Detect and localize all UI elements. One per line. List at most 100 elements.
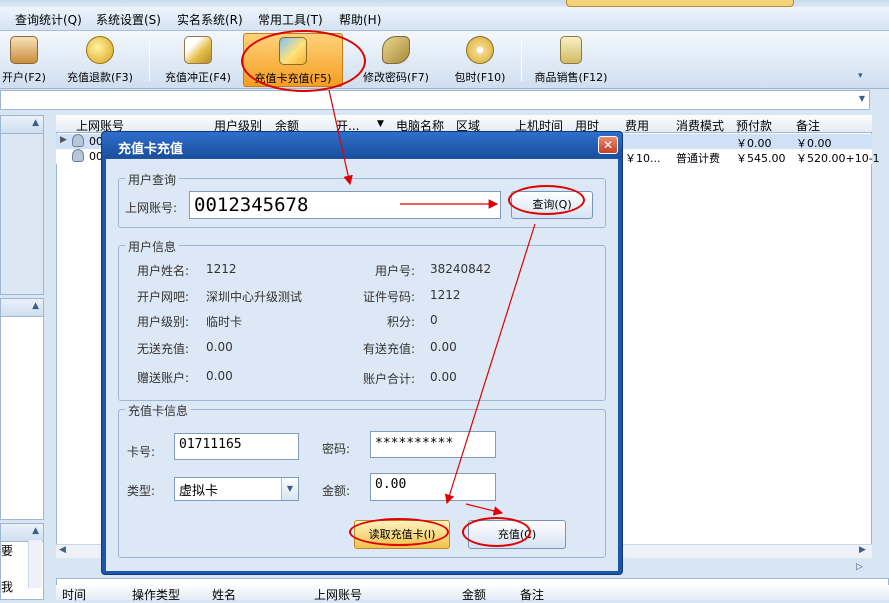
user-info-title: 用户信息 bbox=[125, 238, 180, 255]
open-cafe-label: 开户网吧: bbox=[137, 290, 190, 304]
package-time-button[interactable]: 包时(F10) bbox=[448, 33, 512, 87]
scroll-down-icon[interactable]: ▷ bbox=[856, 562, 863, 572]
left-pane-text: 要 bbox=[1, 544, 14, 558]
amount-input[interactable]: 0.00 bbox=[370, 473, 496, 501]
refund-coins-icon bbox=[86, 36, 114, 64]
card-info-group: 充值卡信息 卡号: 01711165 密码: ********** 类型: 虚拟… bbox=[118, 402, 606, 558]
account-label: 上网账号: bbox=[125, 201, 178, 215]
type-label: 类型: bbox=[127, 484, 156, 498]
card-no-label: 卡号: bbox=[127, 445, 156, 459]
dropdown-arrow-icon[interactable]: ▼ bbox=[859, 94, 865, 103]
toolbar-separator bbox=[149, 41, 150, 81]
user-no-value: 38240842 bbox=[430, 262, 492, 276]
sort-arrow-icon: ▼ bbox=[377, 119, 384, 129]
correction-icon bbox=[184, 36, 212, 64]
correction-label: 充值冲正(F4) bbox=[165, 71, 231, 84]
log-col-amount[interactable]: 金额 bbox=[462, 586, 486, 603]
amount-label: 金额: bbox=[322, 484, 351, 498]
toolbar-overflow-icon[interactable]: ▾ bbox=[858, 71, 870, 85]
change-password-label: 修改密码(F7) bbox=[363, 71, 429, 84]
log-col-account[interactable]: 上网账号 bbox=[314, 586, 362, 603]
points-label: 积分: bbox=[387, 315, 416, 329]
id-no-value: 1212 bbox=[430, 288, 461, 302]
cell-fee: ￥10... bbox=[625, 152, 661, 165]
left-pane-top: ▲ bbox=[0, 115, 44, 295]
user-info-group: 用户信息 用户姓名: 1212 用户号: 38240842 开户网吧: 深圳中心… bbox=[118, 238, 606, 401]
open-cafe-value: 深圳中心升级测试 bbox=[206, 290, 303, 304]
toolbar: 开户(F2) 充值退款(F3) 充值冲正(F4) 充值卡充值(F5) 修改密码(… bbox=[0, 31, 889, 89]
card-recharge-label: 充值卡充值(F5) bbox=[254, 72, 332, 85]
collapse-icon[interactable]: ▲ bbox=[32, 118, 39, 128]
total-label: 账户合计: bbox=[363, 372, 416, 386]
no-bonus-value: 0.00 bbox=[206, 340, 233, 354]
level-value: 临时卡 bbox=[206, 315, 243, 329]
log-col-time[interactable]: 时间 bbox=[62, 586, 86, 603]
log-col-name[interactable]: 姓名 bbox=[212, 586, 236, 603]
left-pane-text: 我 bbox=[1, 580, 14, 594]
open-account-label: 开户(F2) bbox=[2, 71, 46, 84]
recharge-button[interactable]: 充值(C) bbox=[468, 520, 566, 549]
correction-button[interactable]: 充值冲正(F4) bbox=[158, 33, 238, 87]
left-pane-header: ▲ bbox=[1, 116, 43, 134]
address-bar: ▼ bbox=[0, 90, 870, 110]
row-expand-icon[interactable]: ▶ bbox=[60, 135, 67, 145]
gift-account-value: 0.00 bbox=[206, 369, 233, 383]
goods-sale-button[interactable]: 商品销售(F12) bbox=[528, 33, 614, 87]
chevron-down-icon[interactable]: ▼ bbox=[281, 478, 298, 500]
total-value: 0.00 bbox=[430, 370, 457, 384]
left-scrollbar[interactable] bbox=[28, 540, 42, 588]
name-value: 1212 bbox=[206, 262, 237, 276]
scroll-left-icon[interactable]: ◀ bbox=[59, 545, 66, 555]
key-icon bbox=[382, 36, 410, 64]
toolbar-separator bbox=[521, 41, 522, 81]
type-select-value: 虚拟卡 bbox=[179, 484, 219, 499]
dialog-body: 用户查询 上网账号: 0012345678 查询(Q) 用户信息 用户姓名: 1… bbox=[106, 159, 618, 571]
goods-sale-label: 商品销售(F12) bbox=[534, 71, 608, 84]
menu-system-settings[interactable]: 系统设置(S) bbox=[96, 11, 161, 28]
col-fee[interactable]: 费用 bbox=[625, 117, 649, 134]
id-no-label: 证件号码: bbox=[363, 290, 416, 304]
menu-help[interactable]: 帮助(H) bbox=[339, 11, 381, 28]
cell-mode: 普通计费 bbox=[676, 152, 720, 165]
read-card-button[interactable]: 读取充值卡(I) bbox=[354, 520, 450, 549]
points-value: 0 bbox=[430, 313, 438, 327]
card-recharge-button[interactable]: 充值卡充值(F5) bbox=[243, 33, 343, 87]
refund-label: 充值退款(F3) bbox=[67, 71, 133, 84]
log-col-remark[interactable]: 备注 bbox=[520, 586, 544, 603]
title-bar-buttons[interactable] bbox=[566, 0, 794, 7]
user-icon bbox=[72, 149, 84, 162]
col-remark[interactable]: 备注 bbox=[796, 117, 820, 134]
menu-bar: 查询统计(Q) 系统设置(S) 实名系统(R) 常用工具(T) 帮助(H) bbox=[0, 7, 889, 31]
card-recharge-icon bbox=[279, 37, 307, 65]
query-button[interactable]: 查询(Q) bbox=[511, 191, 593, 219]
scroll-right-icon[interactable]: ▶ bbox=[859, 545, 866, 555]
user-query-group: 用户查询 上网账号: 0012345678 查询(Q) bbox=[118, 171, 606, 228]
close-button[interactable]: ✕ bbox=[598, 136, 618, 154]
disc-icon bbox=[466, 36, 494, 64]
user-query-title: 用户查询 bbox=[125, 171, 180, 188]
col-prepaid[interactable]: 预付款 bbox=[736, 117, 772, 134]
refund-button[interactable]: 充值退款(F3) bbox=[60, 33, 140, 87]
left-pane-content bbox=[1, 134, 43, 294]
left-pane-header: ▲ bbox=[1, 299, 43, 317]
type-select[interactable]: 虚拟卡 ▼ bbox=[174, 477, 299, 501]
account-input[interactable]: 0012345678 bbox=[189, 191, 501, 219]
level-label: 用户级别: bbox=[137, 315, 190, 329]
card-recharge-dialog: 充值卡充值 ✕ 用户查询 上网账号: 0012345678 查询(Q) 用户信息… bbox=[101, 131, 623, 575]
collapse-icon[interactable]: ▲ bbox=[32, 526, 39, 536]
no-bonus-label: 无送充值: bbox=[137, 342, 190, 356]
menu-query-stats[interactable]: 查询统计(Q) bbox=[15, 11, 82, 28]
password-input[interactable]: ********** bbox=[370, 431, 496, 458]
log-grid-header: 时间 操作类型 姓名 上网账号 金额 备注 bbox=[56, 585, 889, 603]
dialog-title: 充值卡充值 bbox=[102, 132, 622, 158]
col-mode[interactable]: 消费模式 bbox=[676, 117, 724, 134]
change-password-button[interactable]: 修改密码(F7) bbox=[356, 33, 436, 87]
open-account-button[interactable]: 开户(F2) bbox=[0, 33, 54, 87]
user-no-label: 用户号: bbox=[375, 264, 416, 278]
card-no-input[interactable]: 01711165 bbox=[174, 433, 299, 460]
collapse-icon[interactable]: ▲ bbox=[32, 301, 39, 311]
log-col-op-type[interactable]: 操作类型 bbox=[132, 586, 180, 603]
menu-real-name[interactable]: 实名系统(R) bbox=[177, 11, 243, 28]
menu-tools[interactable]: 常用工具(T) bbox=[258, 11, 323, 28]
card-info-title: 充值卡信息 bbox=[125, 402, 192, 419]
